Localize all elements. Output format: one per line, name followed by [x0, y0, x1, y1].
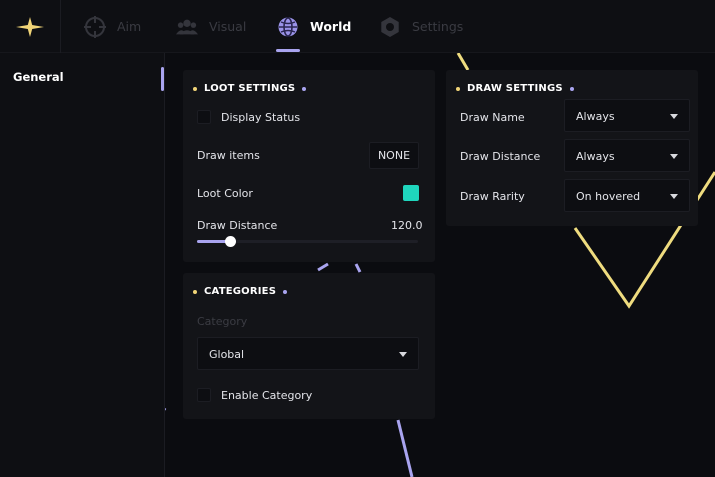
title-dot-icon [302, 86, 307, 91]
display-status-label: Display Status [221, 111, 301, 124]
chevron-down-icon [399, 352, 407, 357]
draw-rarity-value: On hovered [576, 190, 641, 203]
top-nav-bar: Aim Visual World Settings [0, 0, 715, 53]
draw-distance-value: 120.0 [391, 219, 423, 232]
title-dot-icon [193, 86, 197, 91]
tab-settings-label: Settings [412, 19, 464, 34]
draw-distance-label: Draw Distance [460, 150, 541, 163]
active-tab-indicator [276, 49, 300, 52]
tab-world-label: World [310, 19, 352, 34]
draw-items-button[interactable]: NONE [369, 142, 419, 169]
title-dot-icon [456, 86, 460, 91]
title-dot-icon [283, 289, 288, 294]
loot-settings-title: LOOT SETTINGS [193, 83, 307, 94]
sparkle-star-icon [16, 16, 44, 37]
loot-color-label: Loot Color [197, 187, 253, 200]
draw-rarity-select[interactable]: On hovered [564, 179, 690, 212]
logo [0, 0, 61, 53]
tab-aim[interactable]: Aim [84, 0, 141, 53]
title-dot-icon [193, 289, 197, 294]
sidebar: General [0, 53, 165, 477]
chevron-down-icon [670, 154, 678, 159]
categories-title: CATEGORIES [193, 286, 288, 297]
sidebar-active-indicator [161, 67, 164, 91]
draw-settings-title: DRAW SETTINGS [456, 83, 574, 94]
tab-visual-label: Visual [209, 19, 247, 34]
users-icon [176, 16, 198, 38]
draw-distance-select[interactable]: Always [564, 139, 690, 172]
enable-category-checkbox[interactable] [197, 388, 211, 402]
draw-name-value: Always [576, 110, 615, 123]
draw-distance-label: Draw Distance [197, 219, 278, 232]
chevron-down-icon [670, 194, 678, 199]
draw-rarity-label: Draw Rarity [460, 190, 525, 203]
draw-items-label: Draw items [197, 149, 260, 162]
tab-visual[interactable]: Visual [176, 0, 246, 53]
draw-name-label: Draw Name [460, 111, 525, 124]
chevron-down-icon [670, 114, 678, 119]
gear-icon [379, 16, 401, 38]
category-select[interactable]: Global [197, 337, 419, 370]
tab-aim-label: Aim [117, 19, 142, 34]
enable-category-label: Enable Category [221, 389, 313, 402]
draw-distance-select-value: Always [576, 150, 615, 163]
globe-icon [277, 16, 299, 38]
tab-settings[interactable]: Settings [379, 0, 463, 53]
categories-panel: CATEGORIES Category Global Enable Catego… [183, 273, 435, 419]
loot-settings-panel: LOOT SETTINGS Display Status Draw items … [183, 70, 435, 262]
category-label: Category [197, 315, 248, 328]
tab-world[interactable]: World [277, 0, 351, 53]
loot-color-swatch[interactable] [403, 185, 419, 201]
draw-settings-panel: DRAW SETTINGS Draw Name Always Draw Dist… [446, 70, 698, 226]
category-select-value: Global [209, 348, 245, 361]
display-status-checkbox[interactable] [197, 110, 211, 124]
crosshair-icon [84, 15, 106, 38]
draw-name-select[interactable]: Always [564, 99, 690, 132]
sidebar-item-general[interactable]: General [13, 70, 64, 84]
slider-knob[interactable] [225, 236, 236, 247]
title-dot-icon [569, 86, 574, 91]
